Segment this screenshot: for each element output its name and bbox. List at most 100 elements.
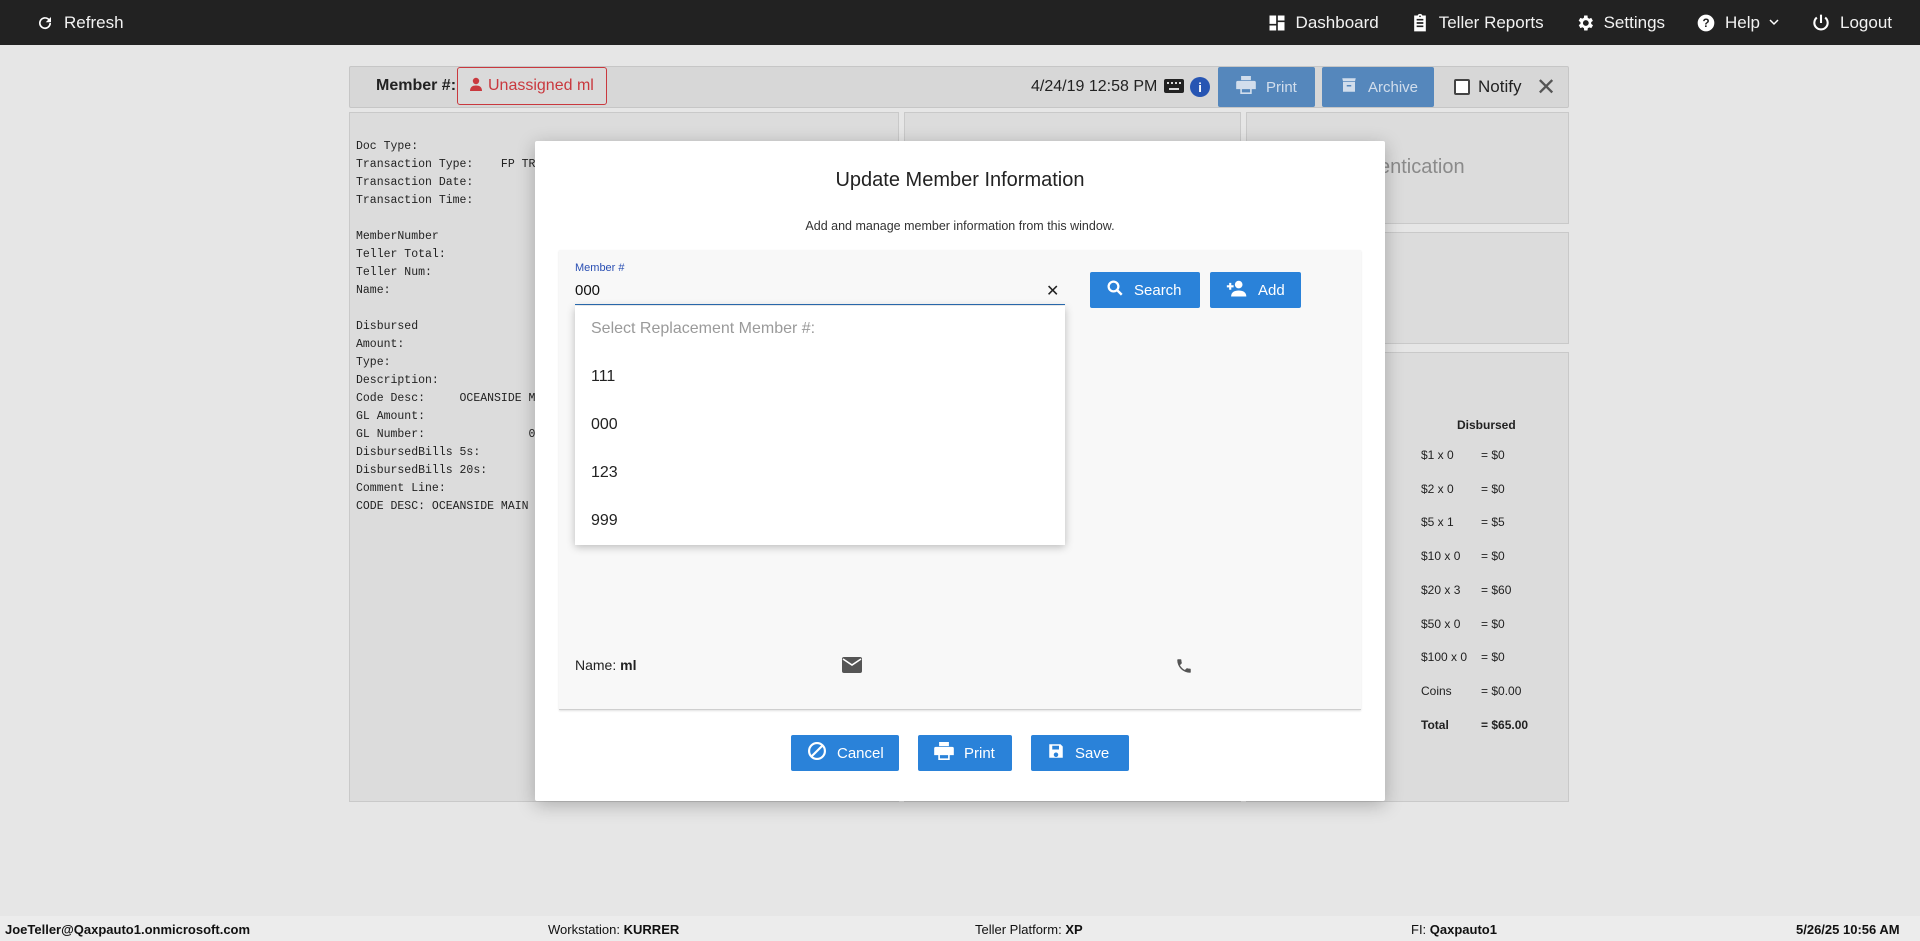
document-text-line: Name:: [356, 284, 391, 297]
refresh-label: Refresh: [64, 13, 124, 32]
nav-teller-reports[interactable]: Teller Reports: [1409, 12, 1544, 34]
nav-settings[interactable]: Settings: [1574, 12, 1665, 34]
print-label: Print: [964, 744, 995, 762]
close-icon[interactable]: ✕: [1536, 73, 1556, 102]
disbursed-amount: = $0: [1481, 616, 1505, 631]
disbursed-amount: = $0.00: [1481, 683, 1522, 698]
nav-settings-label: Settings: [1603, 12, 1666, 32]
member-number-label: Member #:: [376, 77, 457, 94]
notify-label: Notify: [1478, 77, 1522, 96]
disbursed-row: $50 x 0 = $0: [1421, 617, 1505, 631]
printer-icon: [1236, 76, 1256, 98]
document-text-line: DisbursedBills 5s:: [356, 446, 481, 459]
status-workstation: Workstation: KURRER: [548, 922, 680, 937]
nav-dashboard-label: Dashboard: [1295, 12, 1379, 32]
clear-input-icon[interactable]: ✕: [1046, 281, 1059, 301]
unassigned-member-button[interactable]: Unassigned ml: [457, 67, 607, 105]
document-text-line: Type:: [356, 356, 391, 369]
checkbox-icon: [1454, 79, 1470, 95]
cancel-button[interactable]: Cancel: [791, 735, 899, 771]
disbursed-denomination: $10 x 0: [1421, 549, 1461, 564]
authentication-title: entication: [1379, 156, 1465, 178]
member-number-field-label: Member #: [575, 262, 625, 274]
floppy-icon: [1047, 742, 1065, 764]
status-platform: Teller Platform: XP: [975, 922, 1083, 937]
svg-text:?: ?: [1702, 17, 1709, 30]
name-label: Name:: [575, 657, 617, 673]
disbursed-row: $20 x 3 = $60: [1421, 583, 1511, 597]
disbursed-amount: = $0: [1481, 650, 1505, 665]
refresh-icon: [34, 12, 56, 34]
dropdown-option[interactable]: 111: [591, 368, 615, 386]
cancel-icon: [807, 741, 827, 765]
status-user: JoeTeller@Qaxpauto1.onmicrosoft.com: [5, 922, 251, 937]
dropdown-option[interactable]: 123: [591, 464, 618, 482]
disbursed-row: $2 x 0 = $0: [1421, 482, 1505, 496]
print-button[interactable]: Print: [918, 735, 1012, 771]
disbursed-denomination: Total: [1421, 717, 1449, 732]
document-text-line: [356, 210, 536, 228]
disbursed-row: $10 x 0 = $0: [1421, 549, 1505, 563]
status-bar: JoeTeller@Qaxpauto1.onmicrosoft.com Work…: [0, 916, 1920, 941]
update-member-dialog: Update Member Information Add and manage…: [535, 141, 1385, 801]
disbursed-row: $1 x 0 = $0: [1421, 448, 1505, 462]
refresh-button[interactable]: Refresh: [34, 12, 124, 34]
printer-icon: [934, 742, 954, 764]
gear-icon: [1574, 12, 1596, 34]
disbursed-denomination: $50 x 0: [1421, 616, 1461, 631]
status-datetime: 5/26/25 10:56 AM: [1796, 922, 1900, 937]
search-label: Search: [1134, 281, 1182, 299]
document-text-line: Transaction Date:: [356, 176, 474, 189]
document-text-line: DisbursedBills 20s:: [356, 464, 488, 477]
member-number-input[interactable]: [575, 277, 1065, 305]
document-text-line: Disbursed: [356, 320, 419, 333]
nav-help-label: Help: [1725, 12, 1760, 32]
save-label: Save: [1075, 744, 1110, 762]
disbursed-denomination: $2 x 0: [1421, 481, 1454, 496]
disbursed-denomination: Coins: [1421, 683, 1452, 698]
dialog-title: Update Member Information: [835, 169, 1085, 191]
status-fi: FI: Qaxpauto1: [1411, 922, 1497, 937]
nav-dashboard[interactable]: Dashboard: [1266, 12, 1379, 34]
disbursed-amount: = $5: [1481, 515, 1505, 530]
top-navbar: Refresh Dashboard Teller Reports Setting…: [0, 0, 1920, 45]
document-text-line: Teller Total:: [356, 248, 446, 261]
document-text-line: Transaction Time:: [356, 194, 474, 207]
dashboard-icon: [1266, 12, 1288, 34]
document-print-button[interactable]: Print: [1218, 67, 1315, 107]
add-label: Add: [1258, 281, 1285, 299]
dialog-subtitle: Add and manage member information from t…: [805, 219, 1115, 233]
archive-button[interactable]: Archive: [1322, 67, 1434, 107]
document-text: Doc Type: Transaction Type: FP TRA Transac…: [356, 138, 536, 516]
unassigned-member-label: Unassigned ml: [488, 77, 594, 94]
archive-icon: [1340, 76, 1358, 98]
dropdown-option[interactable]: 000: [591, 416, 618, 434]
archive-label: Archive: [1368, 78, 1419, 96]
notify-checkbox[interactable]: Notify: [1454, 77, 1521, 97]
save-button[interactable]: Save: [1031, 735, 1129, 771]
document-text-line: Transaction Type: FP TRA: [356, 158, 536, 171]
disbursed-row: Total = $65.00: [1421, 718, 1528, 732]
disbursed-row: $100 x 0 = $0: [1421, 650, 1505, 664]
dropdown-option[interactable]: 999: [591, 512, 618, 530]
nav-help[interactable]: ? Help: [1695, 12, 1780, 34]
document-text-line: CODE DESC: OCEANSIDE MAIN V: [356, 500, 536, 513]
disbursed-amount: = $0: [1481, 481, 1505, 496]
add-member-button[interactable]: Add: [1210, 272, 1301, 308]
document-datetime: 4/24/19 12:58 PM: [1031, 78, 1158, 95]
search-icon: [1106, 279, 1124, 301]
document-text-line: Description:: [356, 374, 439, 387]
keyboard-icon[interactable]: [1164, 79, 1184, 98]
document-text-line: GL Amount:: [356, 410, 426, 423]
chevron-down-icon: [1768, 13, 1780, 33]
disbursed-amount: = $0: [1481, 448, 1505, 462]
search-button[interactable]: Search: [1090, 272, 1200, 308]
cancel-label: Cancel: [837, 744, 884, 762]
dropdown-placeholder: Select Replacement Member #:: [591, 320, 816, 337]
disbursed-denomination: $100 x 0: [1421, 650, 1468, 665]
email-icon[interactable]: [842, 657, 862, 678]
nav-logout[interactable]: Logout: [1810, 12, 1892, 34]
phone-icon[interactable]: [1175, 657, 1193, 680]
disbursed-denomination: $1 x 0: [1421, 448, 1454, 462]
info-icon[interactable]: i: [1190, 77, 1210, 97]
